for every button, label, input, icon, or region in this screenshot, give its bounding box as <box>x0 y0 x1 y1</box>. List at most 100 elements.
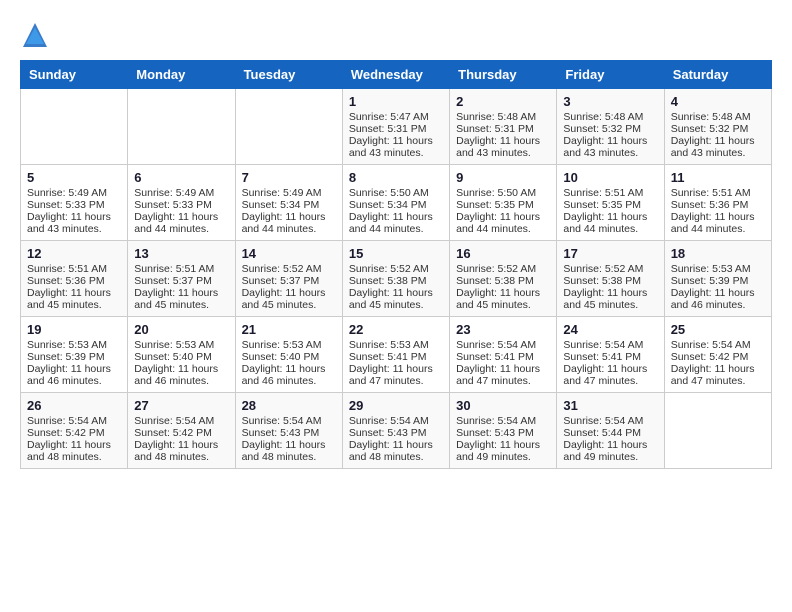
day-info: Sunrise: 5:54 AM <box>563 339 657 351</box>
day-info: Daylight: 11 hours <box>671 135 765 147</box>
day-info: and 43 minutes. <box>563 147 657 159</box>
day-info: Sunrise: 5:54 AM <box>349 415 443 427</box>
weekday-header-friday: Friday <box>557 61 664 89</box>
day-number: 28 <box>242 398 336 413</box>
day-info: Daylight: 11 hours <box>456 439 550 451</box>
day-info: Sunrise: 5:54 AM <box>671 339 765 351</box>
calendar-cell: 31Sunrise: 5:54 AMSunset: 5:44 PMDayligh… <box>557 393 664 469</box>
day-number: 26 <box>27 398 121 413</box>
day-info: and 43 minutes. <box>456 147 550 159</box>
day-info: Sunrise: 5:49 AM <box>242 187 336 199</box>
day-info: Daylight: 11 hours <box>27 439 121 451</box>
day-info: and 45 minutes. <box>242 299 336 311</box>
day-number: 21 <box>242 322 336 337</box>
day-number: 15 <box>349 246 443 261</box>
calendar-cell: 17Sunrise: 5:52 AMSunset: 5:38 PMDayligh… <box>557 241 664 317</box>
day-number: 14 <box>242 246 336 261</box>
day-number: 27 <box>134 398 228 413</box>
calendar-cell: 5Sunrise: 5:49 AMSunset: 5:33 PMDaylight… <box>21 165 128 241</box>
calendar-table: SundayMondayTuesdayWednesdayThursdayFrid… <box>20 60 772 469</box>
day-number: 10 <box>563 170 657 185</box>
day-info: Sunrise: 5:50 AM <box>456 187 550 199</box>
day-number: 23 <box>456 322 550 337</box>
calendar-cell <box>664 393 771 469</box>
day-info: Sunrise: 5:52 AM <box>456 263 550 275</box>
day-number: 2 <box>456 94 550 109</box>
day-info: Sunset: 5:34 PM <box>349 199 443 211</box>
day-info: Daylight: 11 hours <box>456 363 550 375</box>
day-number: 25 <box>671 322 765 337</box>
day-info: Sunset: 5:37 PM <box>242 275 336 287</box>
calendar-header: SundayMondayTuesdayWednesdayThursdayFrid… <box>21 61 772 89</box>
day-info: and 45 minutes. <box>134 299 228 311</box>
calendar-cell: 6Sunrise: 5:49 AMSunset: 5:33 PMDaylight… <box>128 165 235 241</box>
day-info: Daylight: 11 hours <box>349 363 443 375</box>
day-number: 30 <box>456 398 550 413</box>
day-info: Sunset: 5:40 PM <box>242 351 336 363</box>
day-info: and 43 minutes. <box>349 147 443 159</box>
day-info: Sunrise: 5:53 AM <box>242 339 336 351</box>
day-info: and 44 minutes. <box>456 223 550 235</box>
day-info: and 47 minutes. <box>456 375 550 387</box>
day-info: Sunset: 5:37 PM <box>134 275 228 287</box>
day-number: 9 <box>456 170 550 185</box>
day-info: Daylight: 11 hours <box>134 363 228 375</box>
day-number: 12 <box>27 246 121 261</box>
day-info: Sunrise: 5:48 AM <box>456 111 550 123</box>
day-number: 29 <box>349 398 443 413</box>
day-info: Daylight: 11 hours <box>27 363 121 375</box>
day-info: Sunrise: 5:48 AM <box>563 111 657 123</box>
calendar-cell <box>235 89 342 165</box>
day-info: Sunrise: 5:50 AM <box>349 187 443 199</box>
calendar-cell: 14Sunrise: 5:52 AMSunset: 5:37 PMDayligh… <box>235 241 342 317</box>
day-info: and 44 minutes. <box>563 223 657 235</box>
calendar-cell: 29 Sunrise: 5:54 AMSunset: 5:43 PMDayligh… <box>342 393 449 469</box>
day-info: Daylight: 11 hours <box>456 135 550 147</box>
day-info: Sunrise: 5:52 AM <box>349 263 443 275</box>
day-info: Sunset: 5:35 PM <box>563 199 657 211</box>
day-number: 31 <box>563 398 657 413</box>
day-info: and 44 minutes. <box>349 223 443 235</box>
day-info: Sunrise: 5:51 AM <box>134 263 228 275</box>
calendar-week-row: 19Sunrise: 5:53 AMSunset: 5:39 PMDayligh… <box>21 317 772 393</box>
day-info: Sunrise: 5:54 AM <box>134 415 228 427</box>
day-info: Daylight: 11 hours <box>456 211 550 223</box>
calendar-week-row: 12Sunrise: 5:51 AMSunset: 5:36 PMDayligh… <box>21 241 772 317</box>
day-info: and 43 minutes. <box>671 147 765 159</box>
calendar-cell: 9 Sunrise: 5:50 AMSunset: 5:35 PMDaylight… <box>450 165 557 241</box>
day-info: Daylight: 11 hours <box>563 287 657 299</box>
calendar-cell: 7Sunrise: 5:49 AMSunset: 5:34 PMDaylight… <box>235 165 342 241</box>
day-info: Sunset: 5:35 PM <box>456 199 550 211</box>
calendar-week-row: 5Sunrise: 5:49 AMSunset: 5:33 PMDaylight… <box>21 165 772 241</box>
day-info: Daylight: 11 hours <box>134 439 228 451</box>
day-info: Sunrise: 5:53 AM <box>134 339 228 351</box>
day-info: and 48 minutes. <box>134 451 228 463</box>
logo <box>20 20 54 50</box>
day-info: and 47 minutes. <box>563 375 657 387</box>
calendar-cell <box>21 89 128 165</box>
day-info: Daylight: 11 hours <box>563 439 657 451</box>
calendar-cell: 16Sunrise: 5:52 AMSunset: 5:38 PMDayligh… <box>450 241 557 317</box>
day-info: Sunrise: 5:54 AM <box>456 339 550 351</box>
day-info: Sunset: 5:39 PM <box>27 351 121 363</box>
day-info: Sunset: 5:33 PM <box>27 199 121 211</box>
day-info: Sunrise: 5:49 AM <box>134 187 228 199</box>
calendar-cell: 4Sunrise: 5:48 AMSunset: 5:32 PMDaylight… <box>664 89 771 165</box>
calendar-cell: 8Sunrise: 5:50 AMSunset: 5:34 PMDaylight… <box>342 165 449 241</box>
day-info: and 43 minutes. <box>27 223 121 235</box>
day-number: 24 <box>563 322 657 337</box>
day-info: Daylight: 11 hours <box>27 211 121 223</box>
day-number: 7 <box>242 170 336 185</box>
day-info: Daylight: 11 hours <box>349 135 443 147</box>
day-info: Daylight: 11 hours <box>349 439 443 451</box>
day-info: Sunrise: 5:53 AM <box>27 339 121 351</box>
day-info: Sunset: 5:43 PM <box>349 427 443 439</box>
day-info: Sunset: 5:31 PM <box>456 123 550 135</box>
calendar-cell: 3Sunrise: 5:48 AMSunset: 5:32 PMDaylight… <box>557 89 664 165</box>
day-info: Daylight: 11 hours <box>134 211 228 223</box>
day-info: and 45 minutes. <box>27 299 121 311</box>
day-info: Sunset: 5:42 PM <box>671 351 765 363</box>
day-info: Daylight: 11 hours <box>456 287 550 299</box>
day-number: 8 <box>349 170 443 185</box>
day-info: and 44 minutes. <box>242 223 336 235</box>
